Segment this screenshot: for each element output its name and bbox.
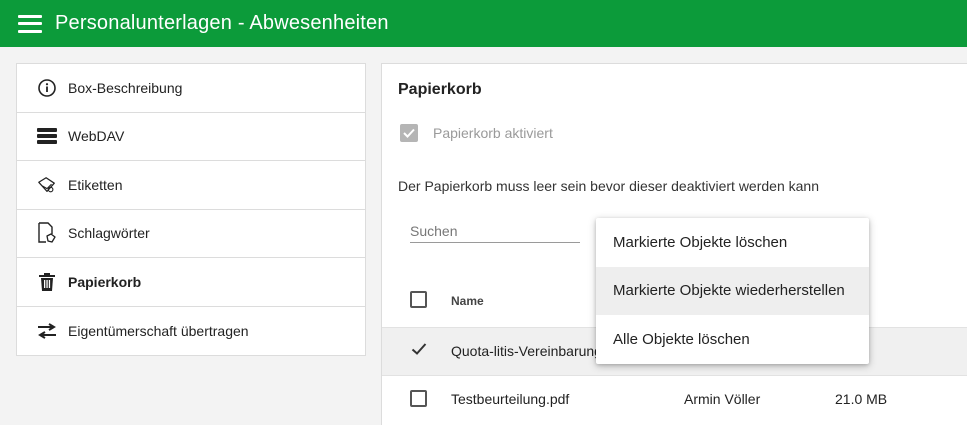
row-size: 21.0 MB (835, 391, 888, 407)
sidebar-item-label: WebDAV (68, 128, 125, 145)
check-icon (403, 128, 415, 138)
select-all-checkbox[interactable] (410, 291, 427, 308)
trash-icon (37, 272, 57, 292)
column-header-name[interactable]: Name (451, 294, 484, 308)
menu-item-restore-selected[interactable]: Markierte Objekte wiederherstellen (596, 266, 869, 315)
server-stack-icon (37, 126, 57, 146)
settings-sidebar: Box-Beschreibung WebDAV Etiketten Schlag… (16, 63, 366, 356)
row-name: Quota-litis-Vereinbarung (451, 343, 602, 359)
trash-enabled-label: Papierkorb aktiviert (433, 125, 553, 141)
sidebar-item-label: Etiketten (68, 176, 123, 193)
row-checkbox[interactable] (410, 390, 427, 407)
page-title: Personalunterlagen - Abwesenheiten (55, 12, 389, 34)
trash-enabled-row: Papierkorb aktiviert (400, 124, 553, 142)
sidebar-item-etiketten[interactable]: Etiketten (17, 161, 365, 210)
trash-enabled-checkbox[interactable] (400, 124, 418, 142)
info-circle-icon (37, 78, 57, 98)
info-text: Der Papierkorb muss leer sein bevor dies… (398, 178, 819, 194)
hamburger-menu-icon[interactable] (18, 14, 42, 33)
sidebar-item-label: Papierkorb (68, 273, 142, 290)
swap-arrows-icon (37, 321, 57, 341)
row-name: Testbeurteilung.pdf (451, 391, 570, 407)
section-title: Papierkorb (398, 81, 482, 98)
search-input[interactable] (410, 219, 580, 243)
row-owner: Armin Völler (684, 391, 761, 407)
table-row[interactable]: Testbeurteilung.pdf Armin Völler 21.0 MB (382, 375, 967, 423)
document-tag-icon (37, 222, 57, 243)
sidebar-item-webdav[interactable]: WebDAV (17, 113, 365, 161)
sidebar-item-label: Box-Beschreibung (68, 79, 183, 96)
menu-item-delete-selected[interactable]: Markierte Objekte löschen (596, 218, 869, 267)
sidebar-item-box-beschreibung[interactable]: Box-Beschreibung (17, 64, 365, 113)
context-menu: Markierte Objekte löschen Markierte Obje… (596, 218, 869, 364)
sidebar-item-label: Schlagwörter (68, 225, 150, 242)
checkmark-icon[interactable] (411, 342, 427, 359)
sidebar-item-papierkorb[interactable]: Papierkorb (17, 258, 365, 307)
sidebar-item-label: Eigentümerschaft übertragen (68, 322, 249, 339)
tag-icon (37, 175, 57, 195)
app-header: Personalunterlagen - Abwesenheiten (0, 0, 967, 47)
sidebar-item-schlagwoerter[interactable]: Schlagwörter (17, 210, 365, 258)
sidebar-item-eigentuemerschaft[interactable]: Eigentümerschaft übertragen (17, 307, 365, 356)
menu-item-delete-all[interactable]: Alle Objekte löschen (596, 315, 869, 364)
